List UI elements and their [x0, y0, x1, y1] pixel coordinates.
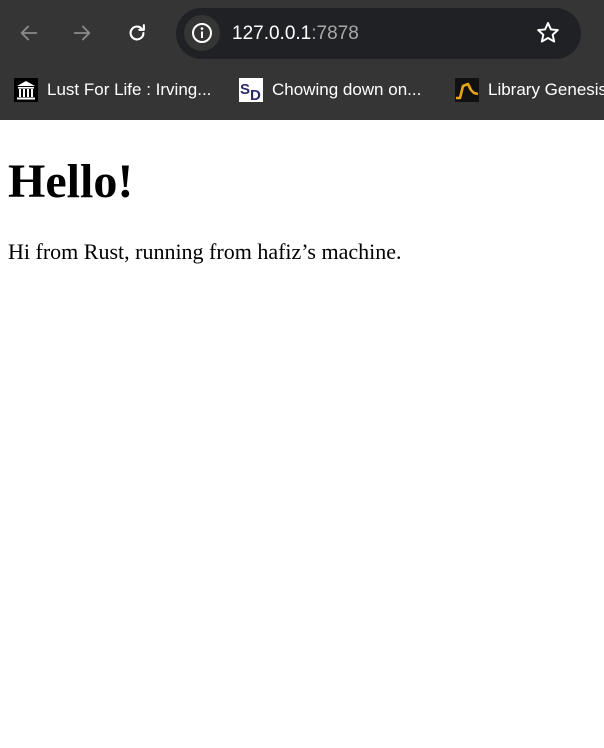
bookmarks-bar: Lust For Life : Irving... S D Chowing do… [0, 70, 604, 110]
page-heading: Hello! [8, 155, 134, 208]
reload-icon [129, 24, 145, 41]
url-port: :7878 [311, 23, 359, 44]
bookmark-label: Chowing down on... [272, 80, 422, 99]
back-button[interactable] [11, 15, 47, 51]
page-paragraph: Hi from Rust, running from hafiz’s machi… [8, 239, 402, 264]
reload-button[interactable] [119, 15, 155, 51]
forward-arrow-icon [73, 25, 91, 41]
back-arrow-icon [20, 25, 38, 41]
bookmark-label: Lust For Life : Irving... [47, 80, 212, 99]
archive-temple-icon [14, 78, 38, 102]
browser-chrome: 127.0.0.1:7878 Lust For Life : Irving... [0, 0, 604, 120]
info-icon [192, 23, 212, 43]
forward-button[interactable] [64, 15, 100, 51]
url-host: 127.0.0.1 [232, 23, 312, 44]
address-bar[interactable]: 127.0.0.1:7878 [176, 8, 581, 59]
bookmark-chowing-down[interactable]: S D Chowing down on... [239, 75, 421, 105]
bookmark-lust-for-life[interactable]: Lust For Life : Irving... [14, 75, 211, 105]
bookmark-library-genesis[interactable]: Library Genesis [455, 75, 604, 105]
browser-toolbar: 127.0.0.1:7878 [0, 0, 604, 66]
bookmark-star-icon[interactable] [535, 20, 561, 46]
svg-text:D: D [250, 87, 261, 102]
sd-logo-icon: S D [239, 78, 263, 102]
libgen-icon [455, 78, 479, 102]
svg-text:S: S [240, 81, 250, 98]
site-info-button[interactable] [184, 15, 220, 51]
bookmark-label: Library Genesis [488, 80, 604, 99]
url-text[interactable]: 127.0.0.1:7878 [232, 21, 359, 46]
